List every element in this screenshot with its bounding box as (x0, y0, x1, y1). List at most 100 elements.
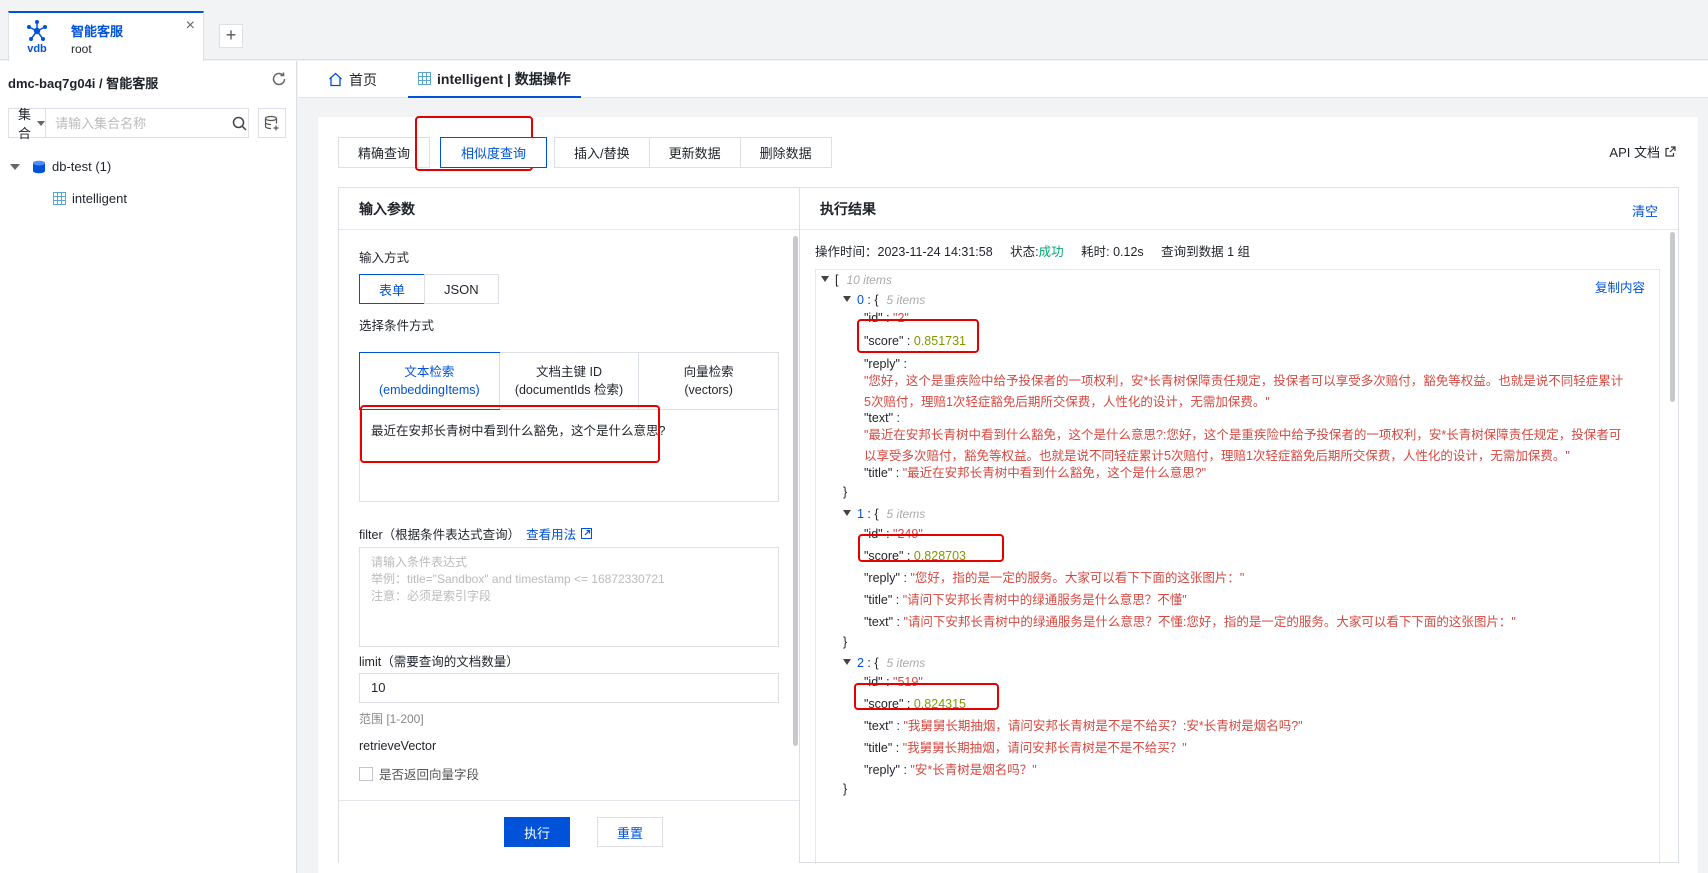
filter-label-row: filter（根据条件表达式查询） 查看用法 (359, 524, 593, 543)
connection-user: root (71, 42, 92, 56)
input-mode-label: 输入方式 (359, 251, 410, 265)
connection-tab[interactable]: vdb 智能客服 root × (8, 11, 204, 61)
database-label: db-test (1) (52, 159, 112, 174)
chevron-down-icon (37, 120, 46, 126)
tab-document-id-search[interactable]: 文档主键 ID (documentIds 检索) (498, 353, 639, 409)
mode-form-button[interactable]: 表单 (359, 274, 426, 304)
search-scope-value: 集合 (18, 107, 32, 141)
add-connection-button[interactable]: + (219, 24, 243, 48)
tab-document-id-line2: (documentIds 检索) (514, 383, 624, 397)
filter-usage-label: 查看用法 (526, 528, 577, 542)
query-text-area[interactable]: 最近在安邦长青树中看到什么豁免，这个是什么意思? (359, 410, 779, 502)
tab-vector-search[interactable]: 向量检索 (vectors) (638, 353, 778, 409)
external-link-icon (581, 528, 593, 539)
execute-button[interactable]: 执行 (504, 817, 570, 847)
filter-label: filter（根据条件表达式查询） (359, 528, 521, 542)
api-doc-link[interactable]: API 文档 (1609, 142, 1676, 161)
search-icon[interactable] (231, 109, 248, 137)
sidebar: dmc-baq7g04i / 智能客服 集合 db-test (1) (0, 61, 297, 873)
json-item-2[interactable]: 2 : {5 items (843, 654, 925, 672)
clear-button[interactable]: 清空 (1632, 201, 1658, 220)
json-field-id: "id" : "2" (864, 311, 909, 325)
tab-similarity-query[interactable]: 相似度查询 (440, 137, 548, 168)
tab-text-search[interactable]: 文本检索 (embeddingItems) (359, 352, 500, 410)
copy-content-button[interactable]: 复制内容 (1595, 277, 1645, 296)
result-scrollbar[interactable] (1670, 232, 1675, 402)
logo-text: vdb (27, 43, 47, 55)
limit-hint: 范围 [1-200] (359, 712, 424, 726)
collection-search: 集合 (8, 107, 249, 141)
result-title: 执行结果 (800, 188, 1678, 230)
filter-expression-input[interactable]: 请输入条件表达式 举例：title="Sandbox" and timestam… (359, 547, 779, 647)
json-field-id: "id" : "519" (864, 675, 923, 689)
json-field-title: "title" : "我舅舅长期抽烟，请问安邦长青树是不是不给买？" (864, 741, 1187, 755)
collapse-caret-icon[interactable] (821, 276, 829, 282)
collapse-caret-icon[interactable] (843, 659, 851, 665)
collapse-caret-icon[interactable] (843, 510, 851, 516)
retrieve-vector-checkbox-label: 是否返回向量字段 (379, 768, 480, 782)
tab-vector-line2: (vectors) (684, 383, 733, 397)
tab-data-operation[interactable]: intelligent | 数据操作 (408, 61, 581, 98)
api-doc-label: API 文档 (1609, 145, 1660, 160)
json-field-id: "id" : "249" (864, 527, 923, 541)
json-close-brace: } (843, 782, 848, 796)
mode-json-button[interactable]: JSON (424, 274, 499, 304)
json-field-score: "score" : 0.828703 (864, 549, 967, 563)
tab-exact-query[interactable]: 精确查询 (338, 137, 431, 168)
meta-cost: 耗时: 0.12s (1081, 245, 1144, 259)
table-icon (53, 192, 66, 205)
json-field-reply: "reply" : "安*长青树是烟名吗？" (864, 763, 1037, 777)
json-root[interactable]: [10 items (821, 271, 892, 289)
operation-tabs: 精确查询 相似度查询 插入/替换 更新数据 删除数据 (338, 137, 832, 168)
tab-home[interactable]: 首页 (328, 61, 377, 98)
tab-vector-line1: 向量检索 (683, 365, 734, 379)
json-viewer: 复制内容 [10 items 0 : {5 items "id" : "2" "… (815, 269, 1660, 864)
retrieve-vector-checkbox[interactable]: 是否返回向量字段 (359, 764, 479, 783)
filter-placeholder-line: 注意：必须是索引字段 (371, 589, 492, 603)
meta-found: 查询到数据 1 组 (1161, 245, 1251, 259)
input-params-title: 输入参数 (339, 188, 799, 230)
connection-name: 智能客服 (71, 24, 124, 39)
json-field-title: "title" : "最近在安邦长青树中看到什么豁免，这个是什么意思?" (864, 466, 1207, 480)
collection-search-input[interactable] (46, 109, 232, 137)
expand-caret-icon[interactable] (10, 163, 20, 170)
filter-usage-link[interactable]: 查看用法 (526, 524, 593, 543)
tab-delete-data[interactable]: 删除数据 (739, 137, 832, 168)
json-field-reply-value: "您好，这个是重疾险中给予投保者的一项权利，安*长青树保障责任规定，投保者可以享… (864, 374, 1624, 409)
search-scope-select[interactable]: 集合 (9, 107, 47, 141)
tab-document-id-line1: 文档主键 ID (536, 365, 602, 379)
refresh-icon[interactable] (270, 70, 288, 88)
json-field-text-value: "最近在安邦长青树中看到什么豁免，这个是什么意思?:您好，这个是重疾险中给予投保… (864, 428, 1622, 463)
tab-insert-replace[interactable]: 插入/替换 (554, 137, 650, 168)
tab-text-search-line2: (embeddingItems) (378, 383, 480, 397)
external-link-icon (1665, 146, 1676, 157)
condition-label: 选择条件方式 (359, 319, 435, 333)
limit-input[interactable]: 10 (359, 673, 779, 703)
reset-button[interactable]: 重置 (597, 817, 663, 847)
json-field-title: "title" : "请问下安邦长青树中的绿通服务是什么意思？不懂" (864, 593, 1187, 607)
input-params-body: 输入方式 表单 JSON 选择条件方式 文本检索 (embeddingItems… (339, 230, 799, 800)
json-field-score: "score" : 0.824315 (864, 697, 967, 711)
close-tab-icon[interactable]: × (186, 17, 195, 35)
tree-collection-item[interactable]: intelligent (53, 191, 127, 206)
input-footer: 执行 重置 (339, 800, 799, 864)
json-field-text: "text" : "请问下安邦长青树中的绿通服务是什么意思？不懂:您好，指的是一… (864, 615, 1516, 629)
tab-data-operation-label: intelligent | 数据操作 (437, 70, 571, 87)
json-field-reply: "reply" : "您好，指的是一定的服务。大家可以看下下面的这张图片：" (864, 571, 1245, 585)
tree-database-item[interactable]: db-test (1) (10, 159, 111, 174)
checkbox-box[interactable] (359, 766, 373, 781)
condition-tabs: 文本检索 (embeddingItems) 文档主键 ID (documentI… (359, 352, 779, 410)
tab-update-data[interactable]: 更新数据 (648, 137, 741, 168)
json-field-score: "score" : 0.851731 (864, 334, 967, 348)
database-add-icon (264, 115, 279, 131)
vdb-logo: vdb (23, 19, 51, 59)
collection-label: intelligent (72, 191, 127, 206)
input-scrollbar[interactable] (793, 236, 798, 746)
json-item-0[interactable]: 0 : {5 items (843, 291, 925, 309)
meta-time: 操作时间：2023-11-24 14:31:58 (815, 245, 993, 259)
retrieve-vector-label: retrieveVector (359, 739, 437, 753)
limit-label: limit（需要查询的文档数量） (359, 655, 519, 669)
add-database-button[interactable] (258, 108, 286, 138)
collapse-caret-icon[interactable] (843, 296, 851, 302)
json-item-1[interactable]: 1 : {5 items (843, 505, 925, 523)
